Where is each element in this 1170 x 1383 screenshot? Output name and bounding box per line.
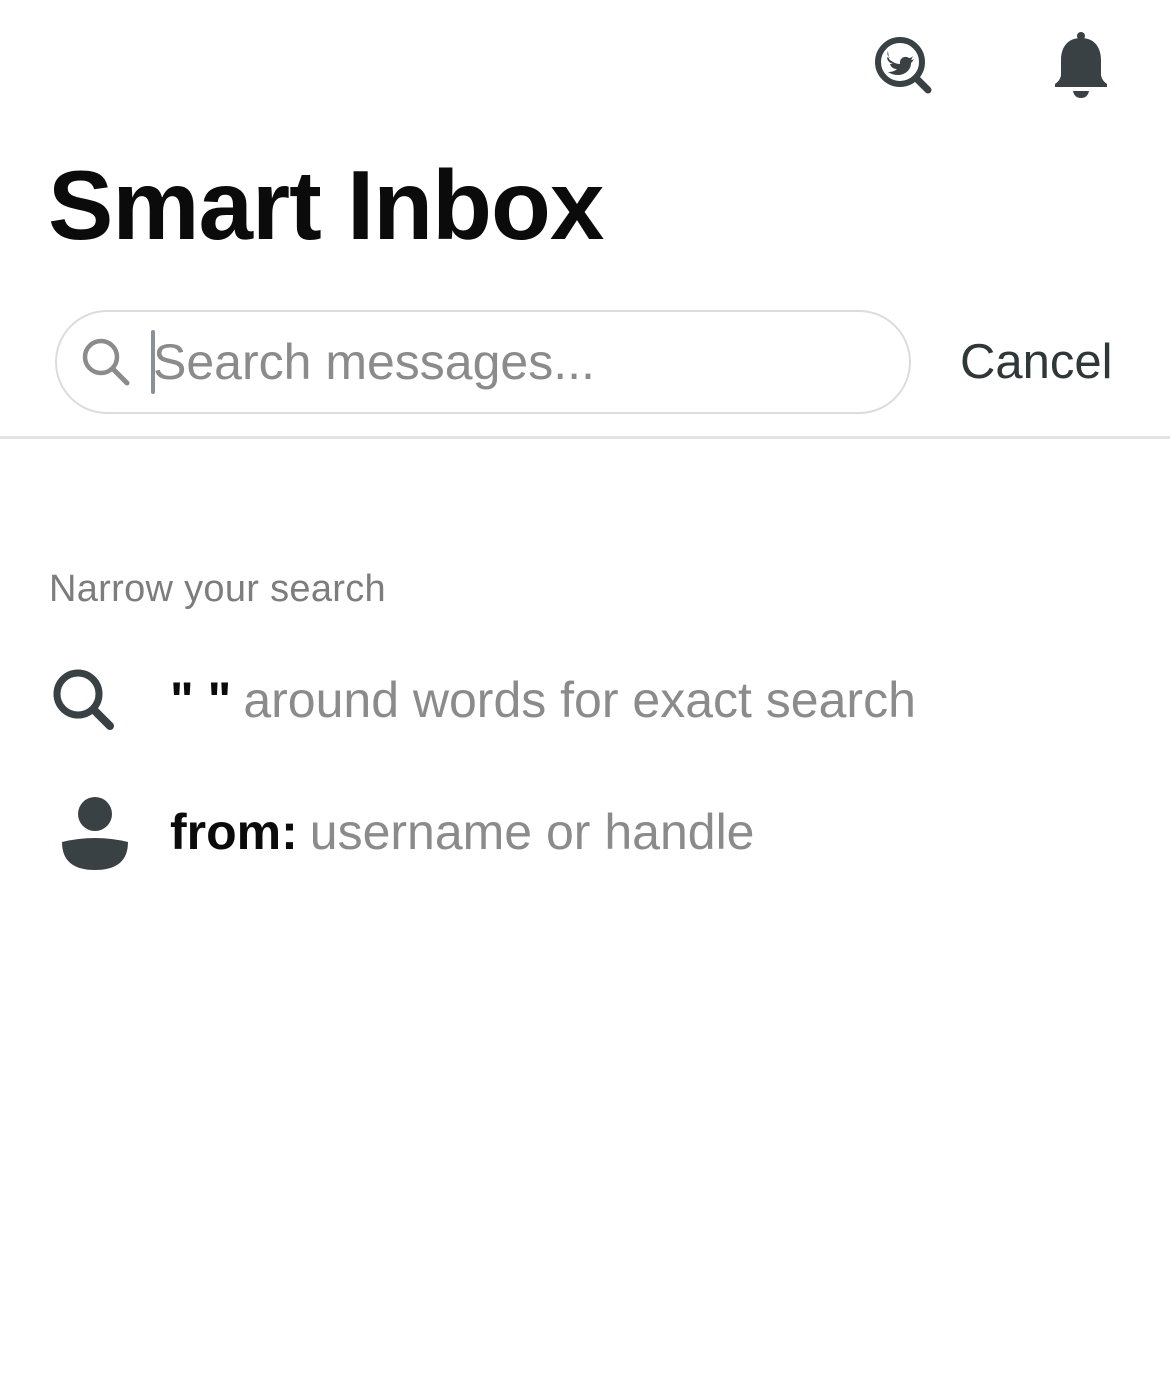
search-bar[interactable]: [55, 310, 911, 414]
divider: [0, 436, 1170, 439]
hint-key: " ": [170, 672, 232, 728]
twitter-search-icon[interactable]: [868, 30, 938, 100]
search-input[interactable]: [153, 333, 813, 391]
top-bar: [0, 0, 1170, 130]
exact-search-hint[interactable]: " " around words for exact search: [48, 660, 916, 740]
person-icon: [48, 792, 144, 872]
section-label: Narrow your search: [49, 568, 386, 610]
bell-icon[interactable]: [1046, 28, 1116, 102]
hint-text: " " around words for exact search: [170, 671, 916, 729]
cancel-button[interactable]: Cancel: [960, 334, 1113, 390]
hint-text: from: username or handle: [170, 803, 755, 861]
hint-description: around words for exact search: [243, 672, 916, 728]
search-icon: [79, 335, 133, 389]
hint-description: username or handle: [309, 804, 755, 860]
hint-key: from:: [170, 804, 298, 860]
from-user-hint[interactable]: from: username or handle: [48, 790, 755, 874]
page-title: Smart Inbox: [48, 150, 604, 260]
search-icon: [48, 660, 144, 740]
